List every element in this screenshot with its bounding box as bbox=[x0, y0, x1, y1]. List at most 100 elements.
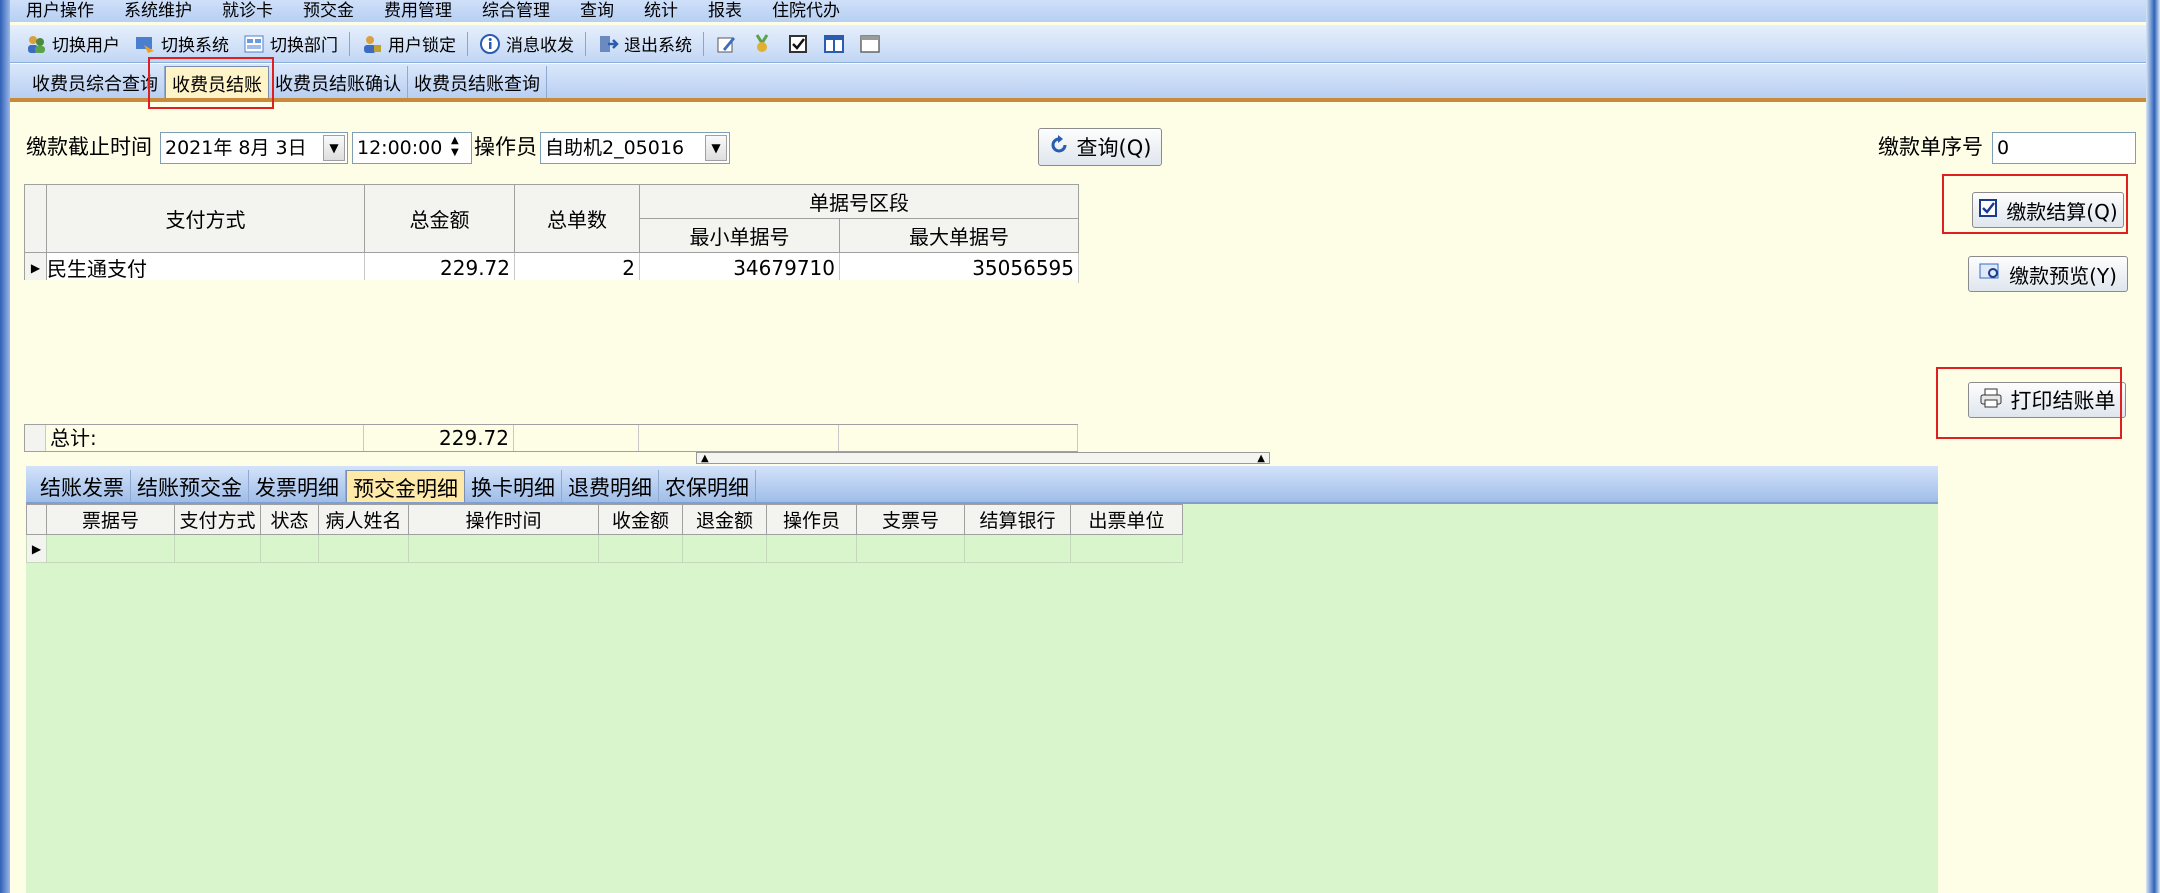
table-cell bbox=[174, 534, 261, 563]
switch-user-button[interactable]: 切换用户 bbox=[18, 28, 127, 60]
tab-refund-detail[interactable]: 退费明细 bbox=[562, 470, 659, 502]
toolbar-separator bbox=[467, 31, 468, 56]
serial-label: 缴款单序号 bbox=[1878, 135, 1983, 159]
lock-user-button[interactable]: 用户锁定 bbox=[354, 28, 463, 60]
grid-corner bbox=[24, 184, 47, 253]
menu-inpatient-agent[interactable]: 住院代办 bbox=[756, 0, 854, 22]
operator-label: 操作员 bbox=[474, 135, 537, 159]
query-button-label: 查询(Q) bbox=[1076, 136, 1152, 160]
splitter-handle[interactable]: ▲ ▲ bbox=[696, 452, 1270, 464]
menu-visit-card[interactable]: 就诊卡 bbox=[206, 0, 287, 22]
checkbox-icon bbox=[787, 33, 809, 55]
chevron-down-icon[interactable]: ▼ bbox=[705, 135, 727, 161]
menu-reports[interactable]: 报表 bbox=[692, 0, 756, 22]
info-icon bbox=[479, 33, 501, 55]
toolbar-separator bbox=[585, 31, 586, 56]
operator-select[interactable]: 自助机2_05016 ▼ bbox=[540, 132, 730, 164]
pencil-icon bbox=[715, 33, 737, 55]
module-tabs: 收费员综合查询 收费员结账 收费员结账确认 收费员结账查询 bbox=[10, 64, 2146, 102]
medal-tool-button[interactable] bbox=[744, 28, 780, 60]
tab-settlement-query[interactable]: 收费员结账查询 bbox=[408, 66, 547, 98]
checkbox-tool-button[interactable] bbox=[780, 28, 816, 60]
switch-system-button[interactable]: 切换系统 bbox=[127, 28, 236, 60]
total-min-cell bbox=[639, 425, 839, 451]
menu-fee-management[interactable]: 费用管理 bbox=[368, 0, 466, 22]
exit-system-button[interactable]: 退出系统 bbox=[590, 28, 699, 60]
preview-icon bbox=[1979, 262, 2001, 287]
header-range-group: 单据号区段 bbox=[639, 184, 1079, 219]
table-cell bbox=[598, 534, 683, 563]
operator-value: 自助机2_05016 bbox=[545, 137, 685, 159]
preview-button[interactable]: 缴款预览(Y) bbox=[1968, 256, 2128, 292]
header-operation-time: 操作时间 bbox=[408, 504, 599, 535]
columns-tool-button[interactable] bbox=[816, 28, 852, 60]
menu-query[interactable]: 查询 bbox=[564, 0, 628, 22]
users-icon bbox=[25, 33, 47, 55]
tab-settlement-prepayment[interactable]: 结账预交金 bbox=[131, 470, 249, 502]
tab-card-exchange-detail[interactable]: 换卡明细 bbox=[465, 470, 562, 502]
window-tool-button[interactable] bbox=[852, 28, 888, 60]
tab-invoice-detail[interactable]: 发票明细 bbox=[249, 470, 346, 502]
cell-total-count: 2 bbox=[514, 252, 640, 283]
summary-grid-empty-area bbox=[24, 280, 1078, 422]
table-cell bbox=[318, 534, 409, 563]
table-cell bbox=[408, 534, 599, 563]
query-bar: 缴款截止时间 2021年 8月 3日 ▼ 12:00:00 ▲ ▼ 操作员 自助机… bbox=[10, 124, 2146, 172]
menu-statistics[interactable]: 统计 bbox=[628, 0, 692, 22]
table-cell bbox=[260, 534, 319, 563]
menu-system-maintenance[interactable]: 系统维护 bbox=[108, 0, 206, 22]
time-field[interactable]: 12:00:00 ▲ ▼ bbox=[352, 132, 472, 164]
menu-general-management[interactable]: 综合管理 bbox=[466, 0, 564, 22]
switch-user-label: 切换用户 bbox=[52, 36, 120, 56]
table-cell bbox=[766, 534, 857, 563]
table-cell bbox=[856, 534, 965, 563]
query-button[interactable]: 查询(Q) bbox=[1038, 128, 1162, 166]
chevron-down-icon[interactable]: ▼ bbox=[323, 135, 345, 161]
header-total-amount: 总金额 bbox=[364, 184, 515, 253]
table-row[interactable]: ▶ bbox=[26, 534, 1183, 563]
detail-tabs: 结账发票 结账预交金 发票明细 预交金明细 换卡明细 退费明细 农保明细 bbox=[26, 466, 1938, 504]
header-check-no: 支票号 bbox=[856, 504, 965, 535]
refresh-icon bbox=[1049, 134, 1069, 160]
header-patient-name: 病人姓名 bbox=[318, 504, 409, 535]
caret-up-icon: ▲ bbox=[1257, 452, 1265, 464]
menu-user-ops[interactable]: 用户操作 bbox=[10, 0, 108, 22]
row-indicator-icon: ▶ bbox=[26, 534, 47, 563]
header-operator: 操作员 bbox=[766, 504, 857, 535]
menubar: 用户操作 系统维护 就诊卡 预交金 费用管理 综合管理 查询 统计 报表 住院代… bbox=[10, 0, 2146, 22]
tab-prepayment-detail[interactable]: 预交金明细 bbox=[346, 470, 465, 502]
header-issuing-unit: 出票单位 bbox=[1070, 504, 1183, 535]
window-icon bbox=[859, 33, 881, 55]
total-amount: 229.72 bbox=[364, 425, 514, 451]
serial-input[interactable]: 0 bbox=[1992, 132, 2136, 164]
menu-prepayment[interactable]: 预交金 bbox=[287, 0, 368, 22]
switch-system-label: 切换系统 bbox=[161, 36, 229, 56]
tab-cashier-overview[interactable]: 收费员综合查询 bbox=[26, 66, 165, 98]
header-min-no: 最小单据号 bbox=[639, 218, 840, 253]
highlight-box bbox=[148, 57, 274, 109]
columns-icon bbox=[823, 33, 845, 55]
messages-label: 消息收发 bbox=[506, 36, 574, 56]
cell-min-no: 34679710 bbox=[639, 252, 840, 283]
spinner-icon[interactable]: ▲ ▼ bbox=[451, 135, 459, 159]
caret-up-icon: ▲ bbox=[701, 452, 709, 464]
table-cell bbox=[964, 534, 1071, 563]
department-icon bbox=[243, 33, 265, 55]
header-status: 状态 bbox=[260, 504, 319, 535]
edit-tool-button[interactable] bbox=[708, 28, 744, 60]
highlight-box bbox=[1942, 174, 2128, 234]
total-max-cell bbox=[839, 425, 1078, 451]
tab-settlement-confirm[interactable]: 收费员结账确认 bbox=[269, 66, 408, 98]
summary-total-row: 总计: 229.72 bbox=[24, 424, 1078, 452]
table-cell bbox=[46, 534, 175, 563]
switch-system-icon bbox=[134, 33, 156, 55]
tab-agri-insurance-detail[interactable]: 农保明细 bbox=[659, 470, 756, 502]
date-picker[interactable]: 2021年 8月 3日 ▼ bbox=[160, 132, 348, 164]
switch-department-button[interactable]: 切换部门 bbox=[236, 28, 345, 60]
row-indicator-icon: ▶ bbox=[24, 252, 47, 283]
messages-button[interactable]: 消息收发 bbox=[472, 28, 581, 60]
tab-settlement-invoice[interactable]: 结账发票 bbox=[34, 470, 131, 502]
window-right-edge bbox=[2146, 0, 2160, 893]
table-row[interactable]: ▶ 民生通支付 229.72 2 34679710 35056595 bbox=[24, 252, 1079, 283]
cell-total-amount: 229.72 bbox=[364, 252, 515, 283]
